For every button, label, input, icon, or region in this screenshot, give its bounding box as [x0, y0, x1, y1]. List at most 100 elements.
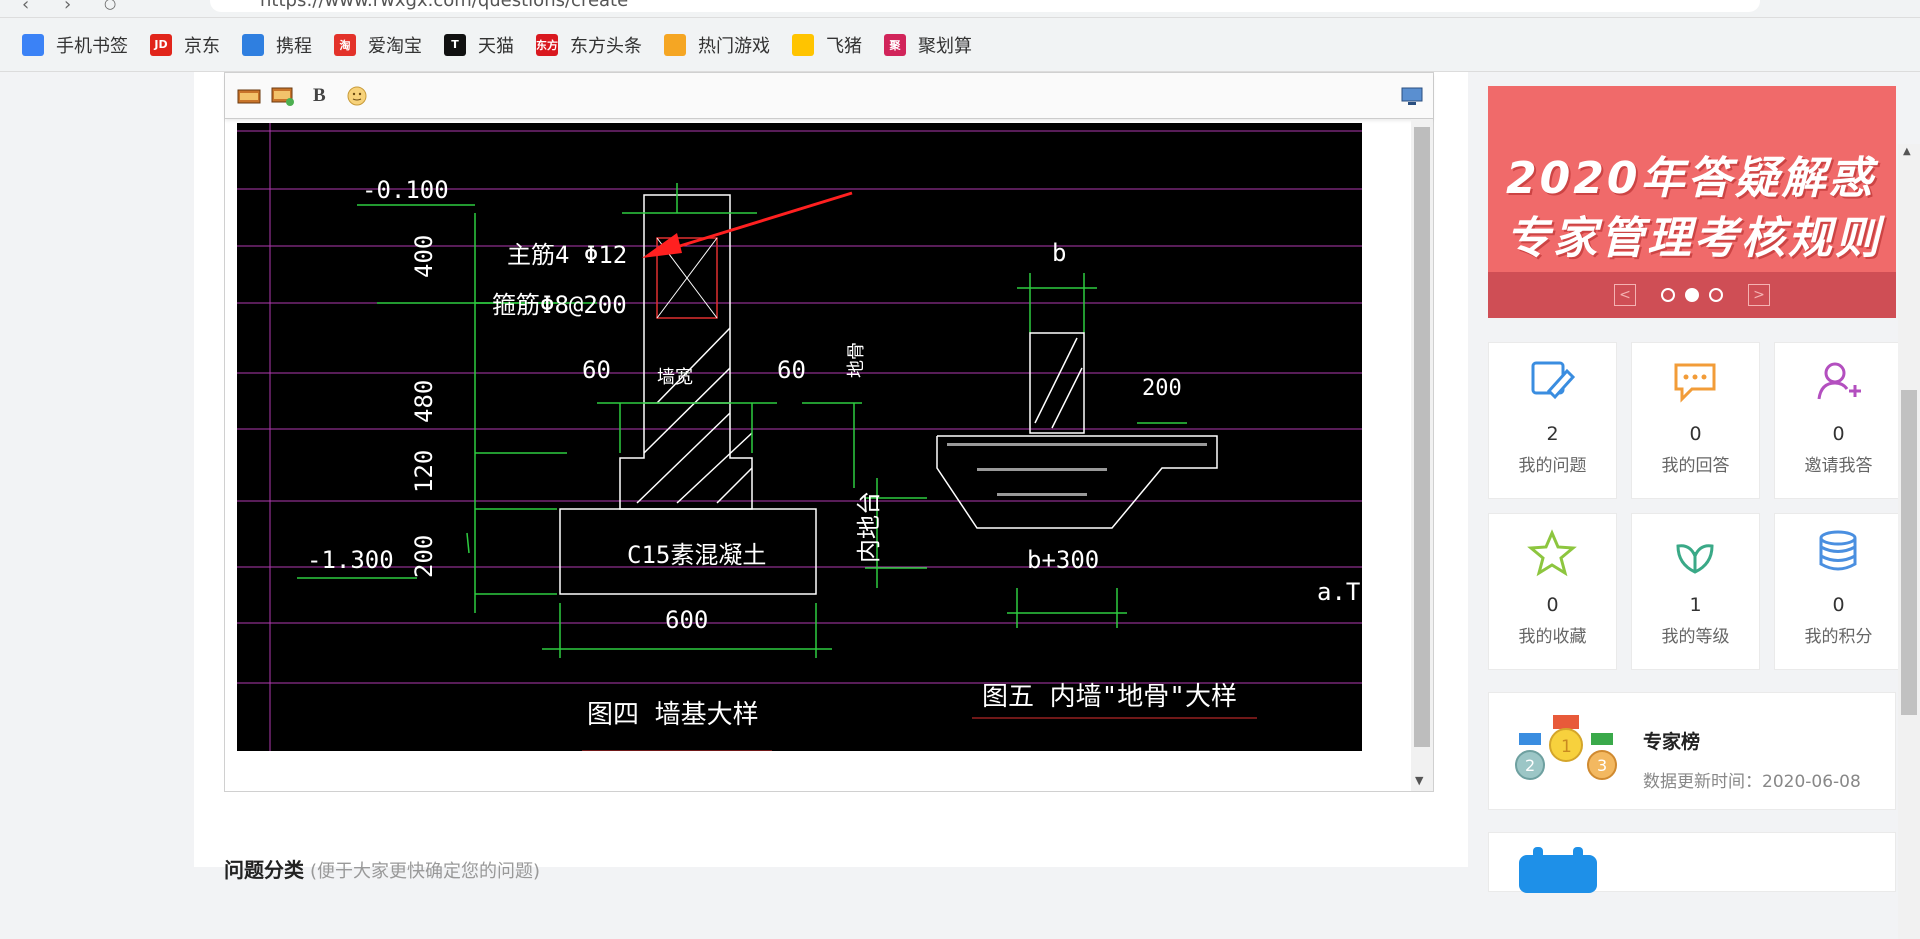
banner-prev-button[interactable]: < — [1614, 284, 1636, 306]
phone-bookmark-icon — [22, 33, 44, 56]
category-hint: (便于大家更快确定您的问题) — [310, 861, 541, 882]
editor-scrollbar-thumb[interactable] — [1414, 127, 1430, 747]
banner-dot-1[interactable] — [1661, 288, 1675, 302]
bookmark-label: 携程 — [276, 35, 312, 57]
question-category-label: 问题分类 (便于大家更快确定您的问题) — [224, 854, 540, 883]
jd-icon: JD — [150, 33, 172, 56]
upload-image-icon[interactable] — [271, 85, 295, 107]
cad-dim-120: 120 — [410, 450, 438, 493]
bookmark-label: 热门游戏 — [698, 35, 770, 57]
forward-icon[interactable]: › — [64, 0, 71, 15]
stat-label: 我的等级 — [1661, 627, 1730, 647]
bookmark-label: 聚划算 — [918, 35, 972, 57]
banner-next-button[interactable]: > — [1748, 284, 1770, 306]
question-editor[interactable]: B -0.100 主筋4 Φ12 箍筋Φ8@200 400 480 120 20… — [224, 72, 1434, 792]
fliggy-icon — [792, 33, 814, 56]
dongfang-icon: 东方 — [536, 33, 558, 56]
bookmark-fliggy[interactable]: 飞猪 — [792, 32, 862, 58]
bookmark-ctrip[interactable]: 携程 — [242, 32, 312, 58]
fullscreen-icon[interactable] — [1400, 85, 1424, 107]
scroll-down-icon[interactable]: ▼ — [1415, 774, 1423, 787]
stat-value: 1 — [1689, 594, 1702, 616]
bookmark-phone-bookmark[interactable]: 手机书签 — [22, 32, 128, 58]
leaf-icon — [1675, 544, 1714, 574]
bold-icon[interactable]: B — [313, 85, 337, 107]
stat-value: 0 — [1832, 423, 1845, 445]
bookmark-jd[interactable]: JD 京东 — [150, 32, 220, 58]
star-icon — [1526, 529, 1577, 577]
banner-controls: < > — [1488, 272, 1896, 318]
main-column: B -0.100 主筋4 Φ12 箍筋Φ8@200 400 480 120 20… — [194, 72, 1468, 882]
ctrip-icon — [242, 33, 264, 56]
bookmark-dongfang[interactable]: 东方 东方头条 — [536, 32, 642, 58]
cad-drawing-image: -0.100 主筋4 Φ12 箍筋Φ8@200 400 480 120 200 … — [237, 123, 1362, 751]
stat-card-add-user[interactable]: 0 邀请我答 — [1774, 342, 1903, 499]
stat-label: 我的回答 — [1661, 456, 1730, 476]
address-bar[interactable]: https://www.rwxgx.com/questions/create — [210, 0, 1760, 12]
back-icon[interactable]: ‹ — [22, 0, 29, 15]
ranking-update-time: 数据更新时间：2020-06-08 — [1643, 772, 1861, 792]
bookmark-tmall[interactable]: T 天猫 — [444, 32, 514, 58]
svg-text:2: 2 — [1525, 756, 1535, 775]
bookmark-label: 飞猪 — [826, 35, 862, 57]
stat-value: 2 — [1546, 423, 1559, 445]
page-scrollbar-thumb[interactable] — [1901, 390, 1917, 715]
cad-label-level-bottom: -1.300 — [307, 546, 394, 574]
cad-label-level-top: -0.100 — [362, 176, 449, 204]
stat-card-edit-note[interactable]: 2 我的问题 — [1488, 342, 1617, 499]
ranking-title: 专家榜 — [1643, 731, 1701, 753]
banner-line1: 2020年答疑解惑 — [1506, 153, 1876, 204]
cad-title-fig4: 图四 墙基大样 — [587, 700, 759, 730]
promo-banner[interactable]: 2020年答疑解惑 专家管理考核规则 < > — [1488, 86, 1896, 318]
stat-card-leaf[interactable]: 1 我的等级 — [1631, 513, 1760, 670]
reload-icon[interactable]: ○ — [104, 0, 116, 12]
stat-value: 0 — [1689, 423, 1702, 445]
bookmark-juhuasuan[interactable]: 聚聚划算 — [884, 32, 972, 58]
cad-label-digu: 地骨 — [846, 342, 867, 378]
coins-icon — [1819, 530, 1856, 571]
bookmark-label: 手机书签 — [56, 35, 128, 57]
stat-card-chat-bubble[interactable]: 0 我的回答 — [1631, 342, 1760, 499]
expert-ranking-card[interactable]: 2 1 3 专家榜 数据更新时间：2020-06-08 — [1488, 692, 1896, 810]
game-icon — [664, 33, 686, 56]
add-user-icon — [1817, 362, 1861, 400]
cad-label-wall-width: 墙宽 — [657, 367, 693, 388]
cad-label-b: b — [1052, 239, 1066, 267]
cad-label-stirrup: 箍筋Φ8@200 — [492, 291, 627, 319]
edit-note-icon — [1531, 361, 1575, 400]
page-scroll-up-icon[interactable]: ▲ — [1903, 146, 1911, 157]
juhuasuan-icon: 聚 — [884, 33, 906, 56]
editor-toolbar: B — [225, 73, 1433, 119]
next-sidebar-card — [1488, 832, 1896, 893]
stat-label: 我的问题 — [1518, 456, 1587, 476]
emoji-icon[interactable] — [345, 85, 369, 107]
stat-label: 我的积分 — [1804, 627, 1873, 647]
cad-label-at: a.T — [1317, 578, 1360, 606]
cad-label-inner-platform: 200 — [1142, 376, 1182, 401]
stat-label: 我的收藏 — [1518, 627, 1587, 647]
stat-value: 0 — [1832, 594, 1845, 616]
banner-dot-2[interactable] — [1685, 288, 1699, 302]
cad-dim-60-right: 60 — [777, 356, 806, 384]
bookmarks-bar: 手机书签 JD 京东 携程淘爱淘宝 T 天猫 东方 东方头条 热门游戏 飞猪聚聚划算 — [0, 18, 1920, 72]
stat-card-coins[interactable]: 0 我的积分 — [1774, 513, 1903, 670]
bookmark-game[interactable]: 热门游戏 — [664, 32, 770, 58]
svg-text:3: 3 — [1597, 756, 1607, 775]
user-stats-grid: 2 我的问题 0 我的回答 0 邀请我答 0 我的收藏 1 我的等级 0 我的积… — [1488, 342, 1903, 670]
cad-dim-480: 480 — [410, 380, 438, 423]
bookmark-label: 东方头条 — [570, 35, 642, 57]
banner-dot-3[interactable] — [1709, 288, 1723, 302]
stat-label: 邀请我答 — [1804, 456, 1873, 476]
cad-dim-b300: b+300 — [1027, 546, 1099, 574]
tmall-icon: T — [444, 33, 466, 56]
medals-icon: 2 1 3 — [1515, 715, 1617, 780]
editor-scrollbar[interactable]: ▼ — [1411, 119, 1433, 791]
cad-label-main-rebar: 主筋4 Φ12 — [507, 241, 627, 269]
page-body: B -0.100 主筋4 Φ12 箍筋Φ8@200 400 480 120 20… — [0, 72, 1920, 939]
browser-tab-strip: ‹ › ○ https://www.rwxgx.com/questions/cr… — [0, 0, 1920, 18]
stat-card-star[interactable]: 0 我的收藏 — [1488, 513, 1617, 670]
image-icon[interactable] — [237, 85, 261, 107]
bookmark-taobao[interactable]: 淘爱淘宝 — [334, 32, 422, 58]
page-scrollbar[interactable]: ▲ — [1898, 144, 1920, 939]
right-sidebar: 2020年答疑解惑 专家管理考核规则 < > 2 我的问题 0 我的回答 0 邀… — [1488, 86, 1903, 893]
